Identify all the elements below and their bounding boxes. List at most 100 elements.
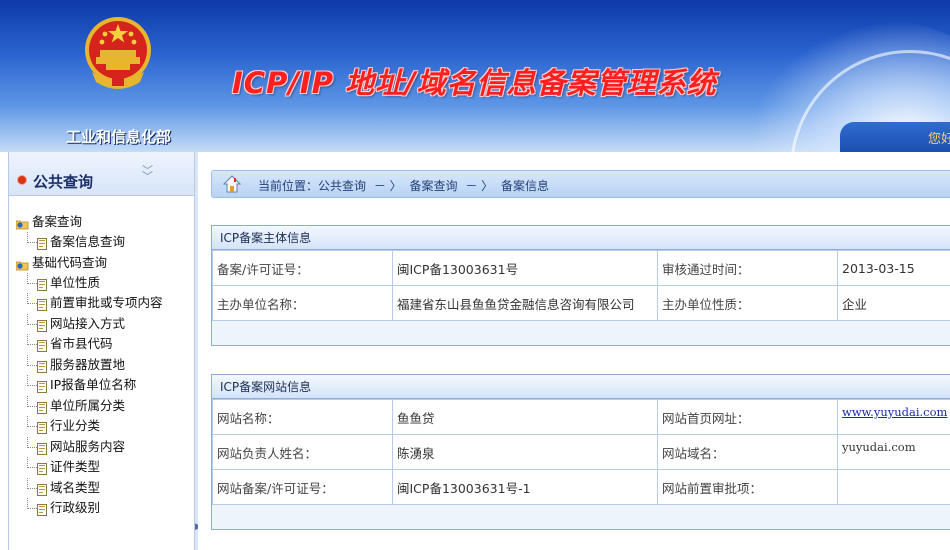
tree-item[interactable]: 单位性质 — [16, 272, 194, 294]
table-row: 备案/许可证号： 闽ICP备13003631号 审核通过时间： 2013-03-15 — [212, 250, 950, 286]
field-label: 网站负责人姓名： — [212, 434, 393, 470]
nav-tree: 备案查询备案信息查询基础代码查询单位性质前置审批或专项内容 网站接入方式 省市县代码… — [9, 196, 194, 519]
tree-folder-label: 基础代码查询 — [32, 254, 108, 270]
tree-item-label: 省市县代码 — [50, 336, 113, 351]
label-text: 主办单位名称： — [217, 296, 305, 312]
panel-footer — [212, 505, 950, 529]
system-title: ICP/IP 地址/域名信息备案管理系统 — [232, 66, 717, 100]
breadcrumb-text: 当前位置：公共查询 － 〉 备案查询 － 〉 备案信息 — [258, 177, 553, 194]
breadcrumb-separator: － 〉 — [373, 179, 402, 193]
page-icon — [37, 420, 48, 434]
tree-connector — [27, 293, 37, 304]
field-value: 闽ICP备13003631号 — [392, 250, 658, 286]
page-icon — [37, 379, 48, 393]
tree-connector — [27, 334, 37, 345]
tree-item-label: 行业分类 — [50, 418, 101, 433]
field-label: 网站备案/许可证号： — [212, 469, 393, 505]
tree-item[interactable]: IP报备单位名称 — [16, 375, 194, 396]
tree-folder[interactable]: 基础代码查询 — [15, 253, 194, 273]
page-icon — [37, 277, 48, 291]
tree-connector — [27, 395, 37, 407]
field-value: 企业 — [837, 285, 950, 321]
label-text: 网站域名： — [662, 445, 725, 461]
tree-item-label: 备案信息查询 — [50, 234, 126, 249]
site-header: 工业和信息化部 ICP/IP 地址/域名信息备案管理系统 您好 — [0, 0, 950, 152]
tree-item[interactable]: 行业分类 — [16, 416, 194, 437]
page-icon — [37, 318, 48, 332]
tree-item-label: 单位所属分类 — [50, 397, 126, 413]
page-icon — [37, 400, 48, 414]
greeting-text: 您好 — [928, 132, 950, 147]
breadcrumb-item[interactable]: 公共查询 — [318, 179, 366, 193]
tree-connector — [27, 354, 37, 366]
sidebar-title: 公共查询 — [33, 173, 94, 191]
field-value: 福建省东山县鱼鱼贷金融信息咨询有限公司 — [392, 285, 658, 321]
field-value: 陈湧泉 — [392, 434, 658, 470]
tree-item-label: 单位性质 — [50, 274, 101, 290]
field-label: 网站首页网址： — [657, 399, 838, 435]
tree-item-label: 网站服务内容 — [50, 438, 126, 454]
value-text: yuyudai.com — [842, 440, 916, 454]
sidebar: 公共查询 ﹀ ﹀ 备案查询备案信息查询基础代码查询单位性质前置审批或专项内容 网站接… — [8, 152, 194, 550]
tree-item-label: 行政级别 — [50, 500, 101, 515]
table-row: 主办单位名称： 福建省东山县鱼鱼贷金融信息咨询有限公司 主办单位性质： 企业 — [212, 285, 950, 321]
tree-item[interactable]: 网站服务内容 — [16, 436, 194, 458]
field-label: 网站名称： — [212, 399, 393, 435]
field-label: 主办单位性质： — [657, 285, 838, 321]
main-content: 当前位置：公共查询 － 〉 备案查询 － 〉 备案信息 ICP备案主体信息 备案… — [198, 152, 950, 550]
field-label: 审核通过时间： — [657, 250, 838, 286]
table-row: 网站负责人姓名： 陈湧泉 网站域名： yuyudai.com — [212, 434, 950, 470]
tree-item[interactable]: 省市县代码 — [16, 334, 194, 355]
tree-connector — [27, 457, 37, 468]
field-value: yuyudai.com — [837, 434, 950, 470]
tree-connector — [27, 436, 37, 448]
label-text: 备案/许可证号： — [217, 261, 309, 277]
tree-item[interactable]: 备案信息查询 — [16, 232, 194, 253]
field-value — [837, 469, 950, 505]
label-text: 网站名称： — [217, 410, 280, 426]
label-text: 网站前置审批项： — [662, 480, 763, 496]
tree-item-label: 服务器放置地 — [50, 356, 126, 372]
tree-item[interactable]: 服务器放置地 — [16, 354, 194, 376]
label-text: 网站负责人姓名： — [217, 445, 318, 461]
subject-info-table: 备案/许可证号： 闽ICP备13003631号 审核通过时间： 2013-03-15 主… — [212, 250, 950, 321]
collapse-chevron-icon[interactable]: ﹀ ﹀ — [142, 165, 153, 182]
ministry-name: 工业和信息化部 — [66, 128, 172, 146]
tree-item-label: IP报备单位名称 — [50, 377, 137, 392]
page-icon — [37, 338, 48, 352]
table-row: 网站备案/许可证号： 闽ICP备13003631号-1 网站前置审批项： — [212, 469, 950, 505]
tree-folder[interactable]: 备案查询 — [15, 212, 194, 232]
national-emblem-icon — [85, 17, 151, 89]
tree-item[interactable]: 行政级别 — [16, 498, 194, 519]
tree-item[interactable]: 证件类型 — [16, 457, 194, 478]
tree-item-label: 网站接入方式 — [50, 315, 126, 331]
label-text: 审核通过时间： — [662, 261, 750, 277]
field-label: 备案/许可证号： — [212, 250, 393, 286]
page-icon — [37, 359, 48, 373]
home-icon[interactable] — [223, 175, 241, 193]
value-text: 闽ICP备13003631号-1 — [397, 480, 531, 496]
subject-info-panel: ICP备案主体信息 备案/许可证号： 闽ICP备13003631号 审核通过时间： 2… — [211, 225, 950, 346]
tree-item[interactable]: 单位所属分类 — [16, 395, 194, 417]
breadcrumb-item[interactable]: 备案查询 — [410, 179, 458, 193]
label-text: 网站备案/许可证号： — [217, 480, 334, 496]
bullet-icon — [18, 176, 26, 184]
panel-footer — [212, 321, 950, 345]
tree-item[interactable]: 前置审批或专项内容 — [16, 293, 194, 314]
value-text: 闽ICP备13003631号 — [397, 261, 519, 277]
breadcrumb: 当前位置：公共查询 － 〉 备案查询 － 〉 备案信息 — [211, 170, 950, 198]
tree-item[interactable]: 网站接入方式 — [16, 313, 194, 335]
page-icon — [37, 236, 48, 250]
sidebar-header[interactable]: 公共查询 ﹀ ﹀ — [9, 152, 194, 196]
page-icon — [37, 482, 48, 496]
page-icon — [37, 461, 48, 475]
tree-connector — [27, 375, 37, 386]
tree-item[interactable]: 域名类型 — [16, 477, 194, 499]
page-icon — [37, 297, 48, 311]
page-icon — [37, 441, 48, 455]
table-row: 网站名称： 鱼鱼贷 网站首页网址： www.yuyudai.com — [212, 399, 950, 435]
homepage-link[interactable]: www.yuyudai.com — [842, 405, 947, 419]
tree-item-label: 域名类型 — [50, 479, 101, 495]
tree-connector — [27, 416, 37, 427]
folder-icon — [15, 257, 29, 270]
